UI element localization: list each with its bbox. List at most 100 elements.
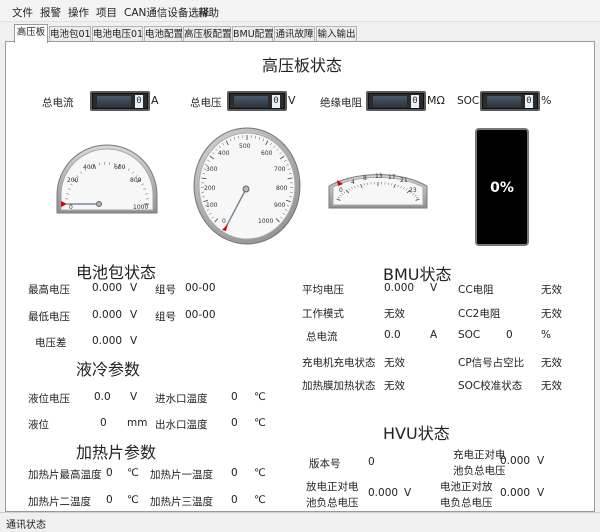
g2-tick-0: 0	[222, 218, 226, 225]
charger-status-value: 无效	[384, 357, 405, 369]
tab-battery-pack[interactable]: 电池包01	[49, 26, 91, 42]
menu-help[interactable]: 帮助	[198, 5, 219, 20]
insulation-display: 0	[366, 91, 426, 111]
g1-tick-2: 400	[83, 164, 95, 171]
soc-label: SOC	[457, 95, 480, 107]
g1-tick-5: 1000	[133, 204, 148, 211]
heater-max-unit: ℃	[127, 467, 139, 479]
discharge-value: 0.000	[368, 487, 399, 499]
total-voltage-unit: V	[288, 94, 296, 107]
tab-battery-voltage[interactable]: 电池电压01	[92, 26, 143, 42]
inlet-temp-unit: ℃	[254, 391, 266, 403]
g1-tick-3: 600	[114, 164, 126, 171]
g3-tick-4: 17	[388, 174, 396, 181]
bmu-soc-value: 0	[506, 329, 513, 341]
tab-comm-fault[interactable]: 通讯故障	[274, 26, 315, 42]
menu-alarm[interactable]: 报警	[40, 5, 61, 20]
work-mode-value: 无效	[384, 308, 405, 320]
cp-duty-value: 无效	[541, 357, 562, 369]
soc-digit: 0	[525, 95, 533, 108]
work-mode-label: 工作模式	[302, 308, 344, 320]
tab-battery-config[interactable]: 电池配置	[144, 26, 183, 42]
g3-tick-3: 13	[375, 173, 383, 180]
cc-resistance-label: CC电阻	[458, 284, 494, 296]
g1-tick-1: 200	[67, 177, 79, 184]
inlet-temp-label: 进水口温度	[155, 393, 208, 405]
g2-tick-9: 900	[274, 202, 286, 209]
pos-discharge-value: 0.000	[500, 487, 531, 499]
battery-status-title: 电池包状态	[76, 263, 157, 282]
level-voltage-label: 液位电压	[28, 393, 70, 405]
min-group-label: 组号	[155, 311, 176, 323]
tab-io[interactable]: 输入输出	[316, 26, 357, 42]
g2-tick-1: 100	[206, 202, 218, 209]
g1-tick-4: 800	[130, 177, 142, 184]
cooling-title: 液冷参数	[76, 360, 141, 379]
heater1-value: 0	[231, 467, 238, 479]
cc-resistance-value: 无效	[541, 284, 562, 296]
menu-bar: 文件 报警 操作 项目 CAN通信设备选择 帮助	[0, 0, 600, 22]
cc2-resistance-label: CC2电阻	[458, 308, 501, 320]
heat-film-label: 加热膜加热状态	[302, 380, 376, 392]
heater-title: 加热片参数	[76, 443, 157, 462]
cp-duty-label: CP信号占空比	[458, 357, 525, 369]
menu-can-device[interactable]: CAN通信设备选择	[124, 5, 209, 20]
heater2-label: 加热片二温度	[28, 496, 91, 508]
total-current-display: 0	[90, 91, 150, 111]
voltage-gauge: 0 100 200 300 400 500 600 700 800 900 10…	[193, 127, 301, 245]
cc2-resistance-value: 无效	[541, 308, 562, 320]
min-voltage-value: 0.000	[92, 309, 123, 321]
soc-level-text: 0%	[490, 180, 514, 196]
g2-tick-7: 700	[274, 166, 286, 173]
g3-tick-5: 21	[400, 177, 408, 184]
heater-max-value: 0	[106, 467, 113, 479]
max-voltage-label: 最高电压	[28, 284, 70, 296]
level-voltage-value: 0.0	[94, 391, 111, 403]
min-voltage-label: 最低电压	[28, 311, 70, 323]
charge-pos-neg-label-2: 池负总电压	[453, 465, 506, 477]
max-voltage-unit: V	[130, 282, 138, 294]
voltage-diff-label: 电压差	[35, 337, 67, 349]
total-voltage-display: 0	[227, 91, 287, 111]
tab-bar: 高压板 电池包01 电池电压01 电池配置 高压板配置 BMU配置 通讯故障 输…	[0, 22, 600, 43]
pos-discharge-unit: V	[537, 487, 545, 499]
outlet-temp-unit: ℃	[254, 417, 266, 429]
insulation-gauge: 0 4 8 13 17 21 23	[328, 173, 428, 209]
max-group-label: 组号	[155, 284, 176, 296]
insulation-digit: 0	[411, 95, 419, 108]
soc-display: 0	[480, 91, 540, 111]
soc-calibration-label: SOC校准状态	[458, 380, 523, 392]
soc-level-display: 0%	[475, 128, 529, 246]
g2-tick-5: 500	[239, 143, 251, 150]
menu-file[interactable]: 文件	[12, 5, 33, 20]
bmu-current-label: 总电流	[306, 331, 338, 343]
tab-hv-board[interactable]: 高压板	[14, 24, 48, 43]
heater2-unit: ℃	[127, 494, 139, 506]
level-voltage-unit: V	[130, 391, 138, 403]
g1-tick-0: 0	[69, 204, 73, 211]
g3-tick-1: 4	[351, 179, 355, 186]
g3-tick-0: 0	[339, 187, 343, 194]
g2-tick-4: 400	[218, 150, 230, 157]
g2-tick-3: 300	[206, 166, 218, 173]
menu-project[interactable]: 项目	[96, 5, 117, 20]
tab-hv-config[interactable]: 高压板配置	[183, 26, 232, 42]
max-voltage-value: 0.000	[92, 282, 123, 294]
max-group-value: 00-00	[185, 282, 216, 294]
charge-pos-neg-value: 0.000	[500, 455, 531, 467]
total-voltage-label: 总电压	[190, 97, 222, 109]
heater1-unit: ℃	[254, 467, 266, 479]
avg-voltage-label: 平均电压	[302, 284, 344, 296]
menu-operation[interactable]: 操作	[68, 5, 89, 20]
heater3-value: 0	[231, 494, 238, 506]
discharge-label-2: 池负总电压	[306, 497, 359, 509]
tab-bmu-config[interactable]: BMU配置	[232, 26, 274, 42]
charge-pos-neg-label-1: 充电正对电	[453, 449, 506, 461]
hv-status-title: 高压板状态	[262, 56, 343, 75]
outlet-temp-label: 出水口温度	[155, 419, 208, 431]
inlet-temp-value: 0	[231, 391, 238, 403]
charge-pos-neg-unit: V	[537, 455, 545, 467]
avg-voltage-unit: V	[430, 282, 438, 294]
pos-discharge-label-2: 电负总电压	[440, 497, 493, 509]
g2-tick-2: 200	[204, 185, 216, 192]
